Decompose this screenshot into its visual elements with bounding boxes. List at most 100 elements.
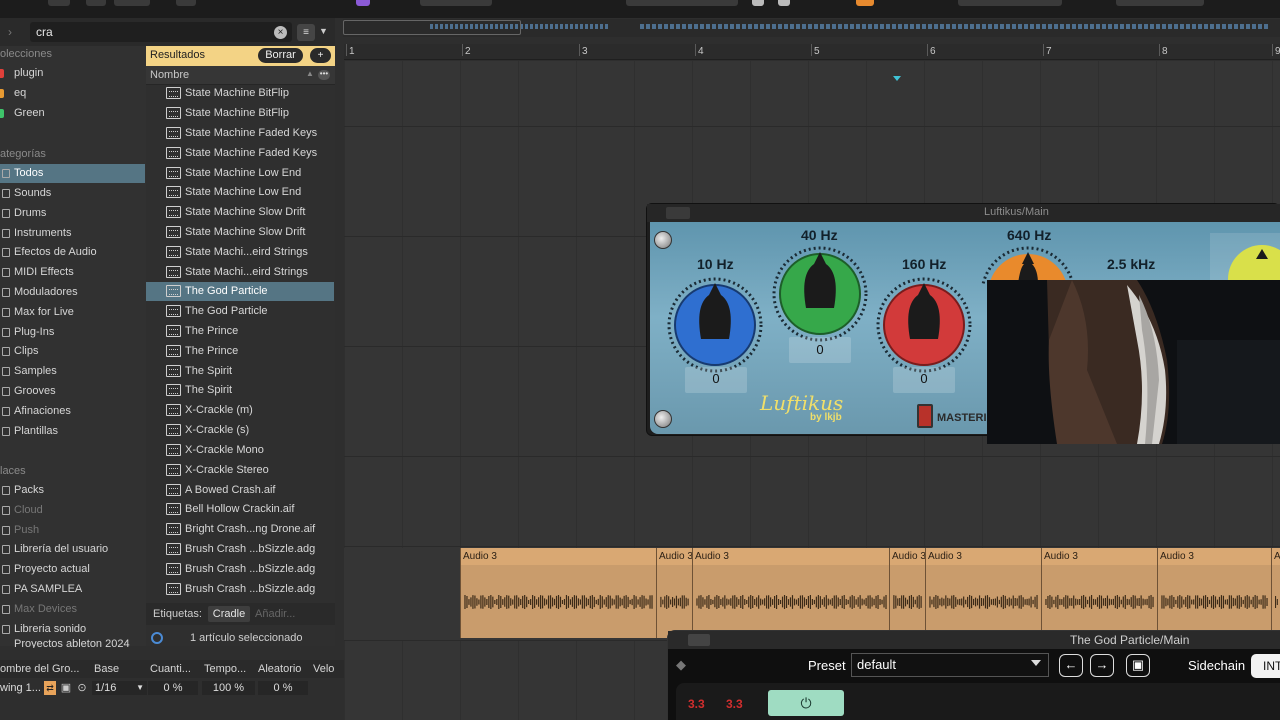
chevron-down-icon[interactable]: ▼ <box>319 26 328 36</box>
overview-selection[interactable] <box>343 20 521 35</box>
loop-length-display[interactable] <box>1116 0 1204 6</box>
forward-arrow-icon[interactable]: › <box>8 25 12 39</box>
add-tag-input[interactable]: Añadir... <box>255 608 295 620</box>
transport-control[interactable] <box>48 0 70 6</box>
mastering-switch[interactable] <box>917 404 933 428</box>
category-item-instruments[interactable]: Instruments <box>0 224 145 243</box>
transport-control[interactable] <box>176 0 196 6</box>
clip-header[interactable]: Audio 3 <box>461 548 656 565</box>
place-item-max-devices[interactable]: Max Devices <box>0 600 145 619</box>
category-item-plug-ins[interactable]: Plug-Ins <box>0 323 145 342</box>
groove-base-select[interactable]: 1/16 ▼ <box>92 681 147 695</box>
audio-clip[interactable]: Audio 3 <box>692 548 889 638</box>
audio-clip[interactable]: Audio 3 <box>1271 548 1280 638</box>
sort-arrow-icon[interactable]: ▲ <box>306 69 314 78</box>
category-item-clips[interactable]: Clips <box>0 342 145 361</box>
clip-header[interactable]: Audio 3 <box>890 548 926 565</box>
category-item-grooves[interactable]: Grooves <box>0 382 145 401</box>
transport-control[interactable] <box>86 0 106 6</box>
chevron-down-icon[interactable] <box>1031 660 1041 666</box>
clip-header[interactable]: Audio 3 <box>657 548 693 565</box>
clip-header[interactable]: Audio 3 <box>1042 548 1157 565</box>
category-item-sounds[interactable]: Sounds <box>0 184 145 203</box>
filter-icon[interactable]: ≡ <box>297 24 315 41</box>
audio-clip[interactable]: Audio 3 <box>925 548 1041 638</box>
stop-button[interactable] <box>778 0 790 6</box>
category-item-samples[interactable]: Samples <box>0 362 145 381</box>
groove-col-name[interactable]: ombre del Gro... <box>0 663 79 675</box>
loop-start-display[interactable] <box>958 0 1062 6</box>
next-preset-button[interactable]: → <box>1090 654 1114 677</box>
sidechain-int-button[interactable]: INT <box>1251 654 1280 678</box>
audio-clip[interactable]: Audio 3 <box>1041 548 1157 638</box>
category-item-audio-effects[interactable]: Efectos de Audio <box>0 243 145 262</box>
category-item-tunings[interactable]: Afinaciones <box>0 402 145 421</box>
clip-header[interactable]: Audio 3 <box>926 548 1041 565</box>
audio-clip[interactable]: Audio 3 <box>656 548 693 638</box>
hot-swap-icon[interactable]: ⇄ <box>44 681 56 695</box>
band-40hz-value[interactable]: 0 <box>789 342 851 357</box>
band-640hz-knob[interactable] <box>978 244 1078 284</box>
audio-clip[interactable]: Audio 3 <box>460 548 656 638</box>
band-160hz-value[interactable]: 0 <box>893 371 955 386</box>
groove-timing-value[interactable]: 100 % <box>202 681 255 695</box>
previous-preset-button[interactable]: ← <box>1059 654 1083 677</box>
place-item-current-project[interactable]: Proyecto actual <box>0 560 145 579</box>
metronome-button[interactable] <box>356 0 370 6</box>
place-item-proyectos-2024[interactable]: Proyectos ableton 2024 <box>0 638 145 648</box>
more-options-icon[interactable]: ••• <box>318 70 330 80</box>
commit-icon[interactable]: ⊙ <box>76 681 88 695</box>
place-item-libreria-sonido[interactable]: Libreria sonido <box>0 620 145 639</box>
groove-col-random[interactable]: Aleatorio <box>258 663 301 675</box>
place-item-user-library[interactable]: Librería del usuario <box>0 540 145 559</box>
band-10hz-value[interactable]: 0 <box>685 371 747 386</box>
preset-select[interactable]: default <box>851 653 1049 677</box>
band-10hz-knob[interactable] <box>665 275 765 375</box>
place-item-cloud[interactable]: Cloud <box>0 501 145 520</box>
collection-item-plugin[interactable]: plugin <box>0 64 145 83</box>
browser-search-input[interactable] <box>30 22 292 42</box>
loop-button[interactable] <box>856 0 874 6</box>
band-40hz-knob[interactable] <box>770 244 870 344</box>
save-preset-button[interactable]: ▣ <box>1126 654 1150 677</box>
add-results-button[interactable]: + <box>310 48 331 63</box>
place-item-push[interactable]: Push <box>0 521 145 540</box>
plugin-window-icon[interactable] <box>666 207 690 219</box>
groove-col-quantize[interactable]: Cuanti... <box>150 663 191 675</box>
luftikus-titlebar[interactable] <box>647 204 1280 222</box>
place-item-pa-samplea[interactable]: PA SAMPLEA <box>0 580 145 599</box>
lock-icon[interactable]: ▣ <box>60 681 72 695</box>
category-item-modulators[interactable]: Moduladores <box>0 283 145 302</box>
groove-col-velocity[interactable]: Velo <box>313 663 334 675</box>
power-icon[interactable]: ⏻ <box>768 690 844 716</box>
tag-chip[interactable]: Cradle <box>208 606 250 622</box>
audio-clip[interactable]: Audio 3 <box>1157 548 1271 638</box>
band-high-knob[interactable] <box>1210 233 1280 281</box>
playhead-marker[interactable] <box>893 76 901 81</box>
play-button[interactable] <box>752 0 764 6</box>
collection-item-green[interactable]: Green <box>0 104 145 123</box>
position-display[interactable] <box>626 0 738 6</box>
place-item-packs[interactable]: Packs <box>0 481 145 500</box>
clip-header[interactable]: Audio 3 <box>1158 548 1271 565</box>
clear-results-button[interactable]: Borrar <box>258 48 303 63</box>
category-item-drums[interactable]: Drums <box>0 204 145 223</box>
timeline-ruler[interactable] <box>344 44 1280 60</box>
collection-item-eq[interactable]: eq <box>0 84 145 103</box>
groove-col-base[interactable]: Base <box>94 663 119 675</box>
category-item-midi-effects[interactable]: MIDI Effects <box>0 263 145 282</box>
groove-col-timing[interactable]: Tempo... <box>204 663 246 675</box>
plugin-window-icon[interactable] <box>688 634 710 646</box>
clip-header[interactable]: Audio 3 <box>693 548 889 565</box>
category-item-todos[interactable]: Todos <box>0 164 145 183</box>
transport-control[interactable] <box>114 0 150 6</box>
transport-control[interactable] <box>420 0 492 6</box>
band-160hz-knob[interactable] <box>874 275 974 375</box>
category-item-templates[interactable]: Plantillas <box>0 422 145 441</box>
column-header-name[interactable]: Nombre <box>150 69 189 81</box>
category-item-max-for-live[interactable]: Max for Live <box>0 303 145 322</box>
groove-random-value[interactable]: 0 % <box>258 681 308 695</box>
groove-name[interactable]: wing 1... <box>0 681 44 695</box>
audio-clip[interactable]: Audio 3 <box>889 548 926 638</box>
clear-search-icon[interactable]: × <box>274 26 287 39</box>
